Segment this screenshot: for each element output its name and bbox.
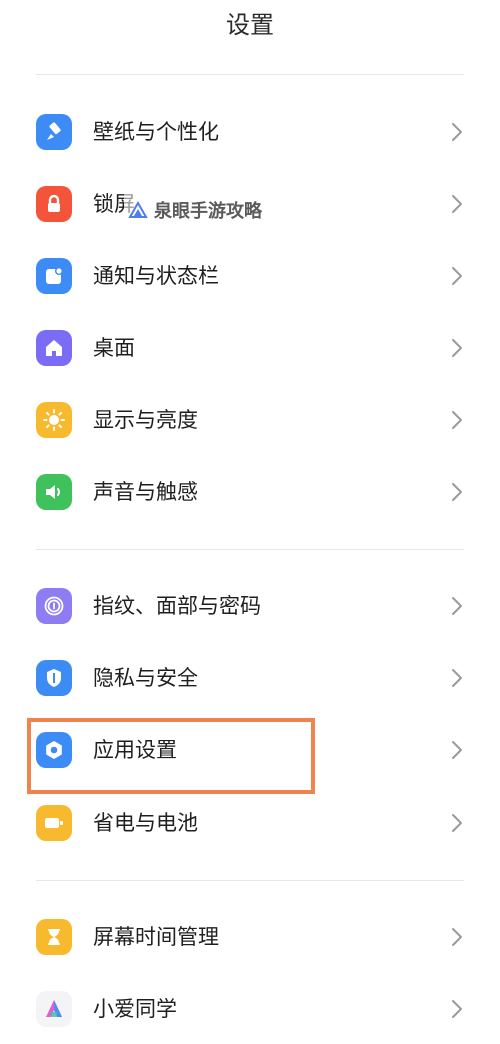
shield-icon [36,660,72,696]
settings-item-label: 指纹、面部与密码 [93,594,261,618]
divider [36,880,464,881]
settings-item-battery[interactable]: 省电与电池 [0,787,500,859]
settings-item-label: 通知与状态栏 [93,264,219,288]
home-icon [36,330,72,366]
divider [36,549,464,550]
settings-item-label: 隐私与安全 [93,666,198,690]
chevron-right-icon [452,411,462,429]
settings-item-notifications[interactable]: 通知与状态栏 [0,240,500,312]
chevron-right-icon [452,1000,462,1018]
settings-item-label: 桌面 [93,336,135,360]
settings-item-assistant[interactable]: 小爱同学 [0,973,500,1044]
assistant-icon [36,991,72,1027]
chevron-right-icon [452,814,462,832]
settings-item-wallpaper[interactable]: 壁纸与个性化 [0,96,500,168]
settings-item-label: 小爱同学 [93,997,177,1021]
settings-item-privacy[interactable]: 隐私与安全 [0,642,500,714]
chevron-right-icon [452,123,462,141]
settings-item-fingerprint[interactable]: 指纹、面部与密码 [0,570,500,642]
settings-item-label: 屏幕时间管理 [93,925,219,949]
settings-item-screen-time[interactable]: 屏幕时间管理 [0,901,500,973]
chevron-right-icon [452,669,462,687]
chevron-right-icon [452,483,462,501]
divider [36,74,464,75]
settings-page: 设置 壁纸与个性化 锁屏 通知与状态栏 桌面 显示与亮度 声音与触感 指纹、面部… [0,0,500,1044]
hourglass-icon [36,919,72,955]
speaker-icon [36,474,72,510]
fingerprint-icon [36,588,72,624]
battery-icon [36,805,72,841]
lock-icon [36,186,72,222]
sun-icon [36,402,72,438]
chevron-right-icon [452,741,462,759]
settings-item-label: 壁纸与个性化 [93,120,219,144]
brush-icon [36,114,72,150]
page-title: 设置 [226,11,274,39]
watermark: 泉眼手游攻略 [124,194,266,226]
settings-item-desktop[interactable]: 桌面 [0,312,500,384]
watermark-logo-icon [128,201,148,218]
settings-item-display[interactable]: 显示与亮度 [0,384,500,456]
watermark-text: 泉眼手游攻略 [154,201,262,222]
chevron-right-icon [452,267,462,285]
settings-item-label: 声音与触感 [93,480,198,504]
notification-icon [36,258,72,294]
settings-item-label: 显示与亮度 [93,408,198,432]
settings-item-label: 省电与电池 [93,811,198,835]
settings-item-sound[interactable]: 声音与触感 [0,456,500,528]
chevron-right-icon [452,195,462,213]
chevron-right-icon [452,928,462,946]
highlight-box [27,718,315,794]
chevron-right-icon [452,597,462,615]
chevron-right-icon [452,339,462,357]
